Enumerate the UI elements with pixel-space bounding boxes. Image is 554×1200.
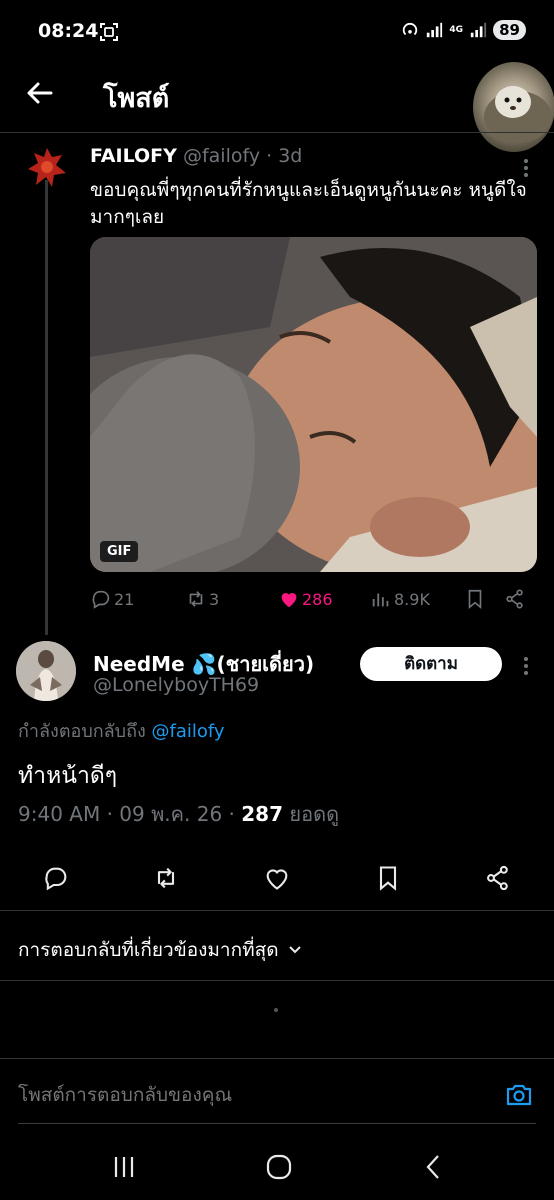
reply-icon (92, 590, 110, 609)
header: โพสต์ (0, 62, 554, 152)
compose-divider (0, 1058, 554, 1059)
like-button[interactable]: 286 (278, 588, 333, 610)
home-icon[interactable] (259, 1152, 299, 1182)
main-text: ทำหน้าดีๆ (18, 763, 118, 789)
status-bar: 08:24 4G 89 (0, 0, 554, 62)
replying-to: กำลังตอบกลับถึง @failofy (18, 716, 225, 745)
replying-to-mention[interactable]: @failofy (152, 721, 225, 742)
bookmark-icon (468, 589, 482, 610)
repost-count: 3 (209, 589, 220, 609)
views-chart-icon (372, 593, 389, 607)
loading-indicator (274, 1008, 278, 1012)
sort-replies-label: การตอบกลับที่เกี่ยวข้องมากที่สุด (18, 939, 279, 961)
compose-underline (18, 1123, 536, 1124)
views-button[interactable]: 8.9K (370, 588, 430, 610)
signal-icon-2 (470, 22, 487, 38)
header-divider (0, 132, 554, 133)
main-meta: 9:40 AM · 09 พ.ค. 26 · 287 ยอดดู (18, 798, 339, 830)
thread-connector-line (45, 180, 48, 635)
reply-composer (0, 1060, 554, 1124)
repost-button[interactable] (146, 858, 186, 898)
screenshot-icon (100, 23, 118, 41)
main-avatar-image (16, 641, 76, 701)
like-count: 286 (302, 589, 333, 609)
more-options-icon[interactable] (520, 157, 532, 179)
system-nav-bar (0, 1130, 554, 1200)
heart-icon (266, 869, 288, 890)
main-action-bar (0, 858, 554, 898)
battery-indicator: 89 (493, 20, 526, 40)
back-icon[interactable] (414, 1152, 454, 1182)
camera-icon[interactable] (504, 1080, 534, 1110)
repost-icon (189, 591, 203, 607)
follow-button[interactable]: ติดตาม (360, 647, 502, 681)
share-button[interactable] (478, 858, 518, 898)
gif-badge: GIF (100, 541, 139, 562)
chevron-down-icon (288, 946, 301, 954)
reply-button[interactable] (36, 858, 76, 898)
account-avatar[interactable] (473, 62, 554, 152)
parent-text: ขอบคุณพี่ๆทุกคนที่รักหนูและเอ็นดูหนูกันน… (90, 179, 527, 228)
actions-divider (0, 910, 554, 911)
reply-input[interactable] (18, 1084, 478, 1106)
share-icon (506, 589, 523, 609)
more-options-icon[interactable] (520, 655, 532, 677)
hotspot-icon (403, 22, 418, 36)
replying-to-label: กำลังตอบกลับถึง (18, 721, 146, 742)
parent-header: FAILOFY @failofy · 3d (90, 145, 302, 167)
share-button[interactable] (504, 588, 526, 610)
reply-button[interactable]: 21 (90, 588, 134, 610)
page-title: โพสต์ (103, 83, 170, 114)
parent-display-name[interactable]: FAILOFY (90, 145, 177, 167)
hedgehog-avatar-image (484, 86, 552, 143)
reply-icon (45, 867, 67, 891)
parent-age: · 3d (266, 145, 303, 167)
bookmark-button[interactable] (368, 858, 408, 898)
reply-count: 21 (114, 589, 135, 609)
bookmark-button[interactable] (464, 588, 486, 610)
gif-frame-image (90, 237, 537, 572)
bookmark-icon (379, 866, 397, 891)
sort-divider (0, 980, 554, 981)
like-button[interactable] (257, 858, 297, 898)
signal-icon (427, 22, 443, 38)
views-count: 8.9K (394, 589, 430, 609)
main-view-count: 287 (241, 802, 283, 826)
parent-media-gif[interactable]: GIF (90, 237, 537, 572)
back-arrow-icon[interactable] (24, 77, 56, 109)
main-timestamp: 9:40 AM · 09 พ.ค. 26 · (18, 802, 235, 826)
repost-button[interactable]: 3 (185, 588, 219, 610)
status-time: 08:24 (38, 20, 99, 42)
main-view-label: ยอดดู (289, 802, 340, 826)
network-type: 4G (449, 24, 463, 35)
sort-replies-dropdown[interactable]: การตอบกลับที่เกี่ยวข้องมากที่สุด (18, 935, 303, 965)
parent-action-bar: 21 3 286 8.9K (90, 588, 540, 614)
heart-filled-icon (281, 593, 297, 608)
repost-icon (157, 867, 175, 889)
parent-handle[interactable]: @failofy (183, 145, 260, 167)
main-handle[interactable]: @LonelyboyTH69 (93, 674, 259, 696)
share-icon (487, 865, 508, 891)
main-avatar[interactable] (16, 641, 76, 701)
recent-apps-icon[interactable] (104, 1152, 144, 1182)
